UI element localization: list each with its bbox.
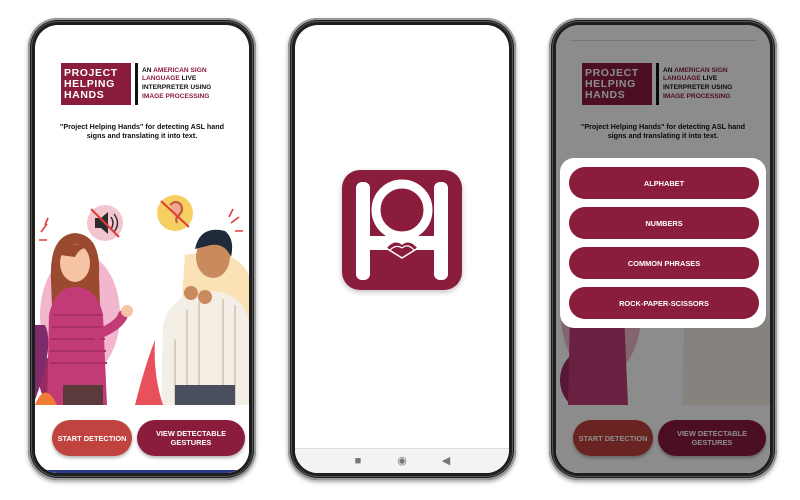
logo-wordmark: PROJECT HELPING HANDS — [61, 63, 131, 105]
muted-speaker-icon — [87, 205, 123, 241]
top-divider — [570, 40, 756, 41]
menu-item-rock-paper-scissors[interactable]: ROCK-PAPER-SCISSORS — [569, 287, 759, 319]
start-detection-button[interactable]: START DETECTION — [52, 420, 132, 456]
logo-line-3: HANDS — [64, 88, 105, 101]
phone-home: PROJECT HELPING HANDS AN AMERICAN SIGN L… — [28, 18, 256, 480]
helping-hands-logo-icon — [356, 179, 448, 280]
square-recent-icon[interactable]: ■ — [350, 453, 366, 469]
menu-item-numbers[interactable]: NUMBERS — [569, 207, 759, 239]
home-screen: PROJECT HELPING HANDS AN AMERICAN SIGN L… — [35, 25, 249, 473]
menu-item-alphabet[interactable]: ALPHABET — [569, 167, 759, 199]
tag-american-sign: AMERICAN SIGN — [153, 66, 207, 74]
menu-item-common-phrases[interactable]: COMMON PHRASES — [569, 247, 759, 279]
woman-figure — [47, 233, 133, 405]
gesture-category-menu: ALPHABET NUMBERS COMMON PHRASES ROCK-PAP… — [560, 158, 766, 328]
phone-splash: ■ ◉ ◀ — [288, 18, 516, 480]
menu-screen: PROJECT HELPING HANDS AN AMERICAN SIGN L… — [556, 25, 770, 473]
tag-an: AN — [142, 66, 152, 74]
circle-home-icon[interactable]: ◉ — [394, 453, 410, 469]
app-description: "Project Helping Hands" for detecting AS… — [59, 122, 225, 140]
phone-menu: PROJECT HELPING HANDS AN AMERICAN SIGN L… — [549, 18, 777, 480]
splash-screen: ■ ◉ ◀ — [295, 25, 509, 473]
man-figure — [161, 229, 249, 405]
illustration-two-people-signing — [35, 195, 249, 405]
logo-line-1: PROJECT — [64, 66, 118, 79]
app-icon — [342, 170, 462, 290]
logo-divider — [135, 63, 138, 105]
logo-line-2: HELPING — [64, 77, 115, 90]
no-hearing-ear-icon — [157, 195, 193, 231]
android-nav-bar: ■ ◉ ◀ — [295, 448, 509, 473]
tag-image: IMAGE PROCESSING — [142, 92, 210, 100]
app-logo: PROJECT HELPING HANDS AN AMERICAN SIGN L… — [61, 63, 231, 105]
tag-live: LIVE — [181, 75, 197, 83]
tag-interpreter: INTERPRETER USING — [142, 84, 212, 91]
logo-tagline: AN AMERICAN SIGN LANGUAGE LIVE INTERPRET… — [142, 63, 231, 105]
bottom-edge-bar — [35, 470, 249, 473]
view-gestures-button[interactable]: VIEW DETECTABLE GESTURES — [137, 420, 245, 456]
tag-language: LANGUAGE — [142, 75, 180, 83]
triangle-back-icon[interactable]: ◀ — [438, 453, 454, 469]
home-action-bar: START DETECTION VIEW DETECTABLE GESTURES — [35, 410, 249, 473]
